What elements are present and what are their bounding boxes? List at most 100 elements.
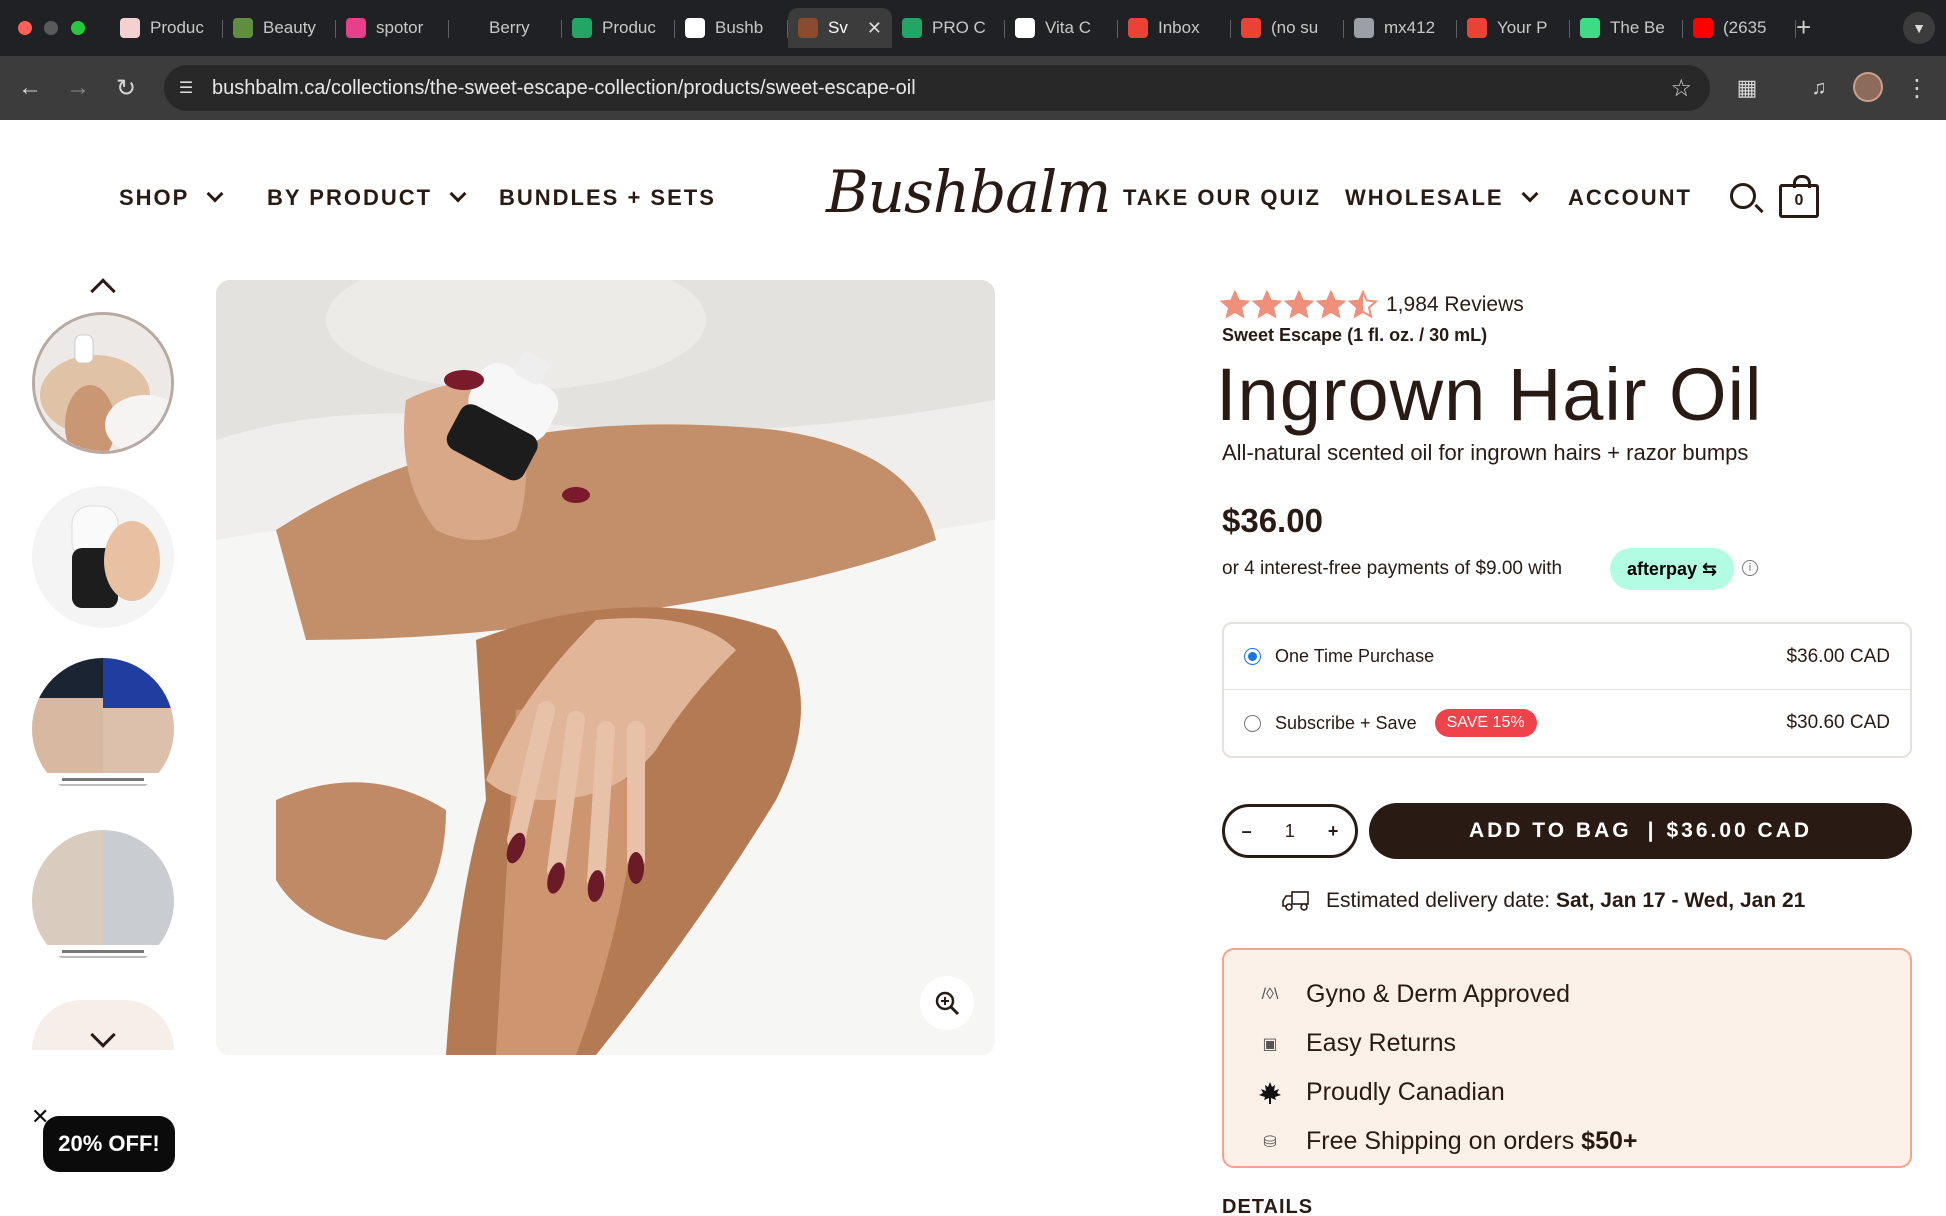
tab-title: spotor	[376, 18, 424, 37]
rating-stars[interactable]	[1220, 290, 1378, 320]
tab-favicon-icon	[1128, 18, 1148, 38]
perk-shipping-threshold: $50+	[1581, 1127, 1638, 1155]
reviews-link[interactable]: 1,984 Reviews	[1386, 293, 1524, 317]
option-subscribe-price: $30.60 CAD	[1786, 712, 1890, 733]
thumbnail-4[interactable]	[32, 830, 174, 972]
cart-bag-icon[interactable]: 0	[1779, 175, 1819, 218]
add-to-bag-button[interactable]: ADD TO BAG | $36.00 CAD	[1369, 803, 1912, 859]
browser-tab[interactable]: PRO C	[892, 8, 1005, 48]
option-one-time-label: One Time Purchase	[1275, 646, 1435, 666]
tab-favicon-icon	[572, 18, 592, 38]
extensions-icon[interactable]: ▦	[1731, 72, 1763, 104]
save-badge: SAVE 15%	[1434, 709, 1537, 737]
browser-tab[interactable]: Produc	[110, 8, 223, 48]
thumbnail-2[interactable]	[32, 486, 174, 628]
perk-shipping: ⛁ Free Shipping on orders $50+	[1224, 1117, 1910, 1166]
nav-quiz[interactable]: TAKE OUR QUIZ	[1123, 185, 1321, 211]
nav-wholesale-label: WHOLESALE	[1345, 185, 1504, 210]
product-title: Ingrown Hair Oil	[1216, 353, 1763, 436]
nav-shop[interactable]: SHOP	[119, 185, 224, 211]
tab-favicon-icon	[1693, 18, 1713, 38]
product-subtitle: All-natural scented oil for ingrown hair…	[1222, 440, 1749, 465]
browser-tab[interactable]: The Be	[1570, 8, 1683, 48]
bookmark-star-icon[interactable]: ☆	[1670, 74, 1692, 103]
nav-account[interactable]: ACCOUNT	[1568, 185, 1692, 211]
thumbnail-3[interactable]	[32, 658, 174, 800]
reload-button[interactable]: ↻	[110, 72, 142, 104]
back-button[interactable]: ←	[14, 72, 46, 104]
browser-tab-bar: Produc Beauty spotor Berry Produc Bushb Sv ✕ PRO…	[0, 0, 1946, 56]
tab-title: (no su	[1271, 18, 1319, 37]
option-one-time[interactable]: One Time Purchase $36.00 CAD	[1224, 624, 1910, 690]
window-minimize-button[interactable]	[44, 21, 58, 35]
window-maximize-button[interactable]	[71, 21, 85, 35]
window-close-button[interactable]	[18, 21, 32, 35]
perk-returns: ▣ Easy Returns	[1224, 1019, 1910, 1068]
perk-canadian: Proudly Canadian	[1224, 1068, 1910, 1117]
tab-title: Your P	[1497, 18, 1548, 37]
quantity-stepper: – 1 +	[1222, 804, 1358, 858]
star-icon	[1348, 290, 1378, 319]
tab-search-button[interactable]: ▼	[1903, 12, 1935, 44]
delivery-range: Sat, Jan 17 - Wed, Jan 21	[1555, 889, 1806, 912]
discount-promo-button[interactable]: 20% OFF!	[43, 1116, 175, 1172]
profile-avatar[interactable]	[1853, 72, 1883, 102]
browser-tab[interactable]: Sv ✕	[788, 8, 892, 48]
perk-returns-text: Easy Returns	[1306, 1029, 1457, 1057]
thumbnail-1[interactable]	[32, 312, 174, 454]
browser-tab[interactable]: Inbox	[1118, 8, 1231, 48]
tab-close-icon[interactable]: ✕	[867, 18, 882, 39]
add-to-bag-label: ADD TO BAG	[1468, 819, 1632, 842]
browser-tab[interactable]: Bushb	[675, 8, 788, 48]
site-info-icon[interactable]: ☰	[164, 78, 208, 98]
tab-favicon-icon	[798, 18, 818, 38]
browser-tab[interactable]: Beauty	[223, 8, 336, 48]
nav-by-product[interactable]: BY PRODUCT	[267, 185, 467, 211]
tab-favicon-icon	[120, 18, 140, 38]
nav-by-product-label: BY PRODUCT	[267, 185, 433, 210]
radio-subscribe[interactable]	[1244, 714, 1261, 732]
nav-bundles-label: BUNDLES + SETS	[499, 185, 716, 210]
info-icon[interactable]: i	[1742, 560, 1758, 576]
radio-one-time[interactable]	[1244, 648, 1261, 665]
browser-tab[interactable]: (no su	[1231, 8, 1344, 48]
browser-tab[interactable]: mx412	[1344, 8, 1457, 48]
browser-tab[interactable]: (2635	[1683, 8, 1796, 48]
url-text[interactable]: bushbalm.ca/collections/the-sweet-escape…	[212, 77, 916, 100]
qty-decrease-button[interactable]: –	[1242, 821, 1252, 842]
browser-tab[interactable]: Your P	[1457, 8, 1570, 48]
delivery-label: Estimated delivery date:	[1326, 889, 1551, 912]
chevron-down-icon	[206, 185, 224, 203]
afterpay-badge[interactable]: afterpay ⇆	[1610, 548, 1734, 590]
tab-title: PRO C	[932, 18, 986, 37]
forward-button[interactable]: →	[62, 72, 94, 104]
option-one-time-price: $36.00 CAD	[1786, 645, 1890, 667]
new-tab-button[interactable]: +	[1796, 12, 1811, 43]
search-icon[interactable]	[1730, 183, 1756, 209]
browser-tab[interactable]: Vita C	[1005, 8, 1118, 48]
tab-title: Beauty	[263, 18, 316, 37]
browser-tab[interactable]: Berry	[449, 8, 562, 48]
option-subscribe[interactable]: Subscribe + Save SAVE 15% $30.60 CAD	[1224, 690, 1910, 756]
brand-logo[interactable]: Bushbalm	[826, 158, 1111, 226]
afterpay-label: afterpay	[1626, 558, 1697, 579]
nav-wholesale[interactable]: WHOLESALE	[1345, 185, 1539, 211]
nav-bundles[interactable]: BUNDLES + SETS	[499, 185, 716, 211]
zoom-icon[interactable]	[920, 976, 974, 1030]
product-price: $36.00	[1222, 502, 1323, 539]
tab-title: Berry	[489, 18, 530, 37]
browser-menu-icon[interactable]: ⋮	[1901, 72, 1933, 104]
main-product-photo[interactable]	[216, 280, 995, 1055]
media-controls-icon[interactable]: ♫	[1803, 72, 1835, 104]
address-bar[interactable]: ☰ bushbalm.ca/collections/the-sweet-esca…	[164, 65, 1710, 111]
browser-tab[interactable]: spotor	[336, 8, 449, 48]
nav-shop-label: SHOP	[119, 185, 190, 210]
perk-gyno-text: Gyno & Derm Approved	[1306, 980, 1571, 1008]
qty-value[interactable]: 1	[1285, 821, 1295, 842]
thumbs-up-arrow-icon[interactable]	[90, 278, 116, 304]
browser-tab[interactable]: Produc	[562, 8, 675, 48]
star-icon	[1220, 290, 1250, 319]
maple-leaf-icon	[1258, 1081, 1282, 1105]
qty-increase-button[interactable]: +	[1328, 821, 1339, 842]
details-accordion[interactable]: DETAILS	[1222, 1196, 1313, 1216]
